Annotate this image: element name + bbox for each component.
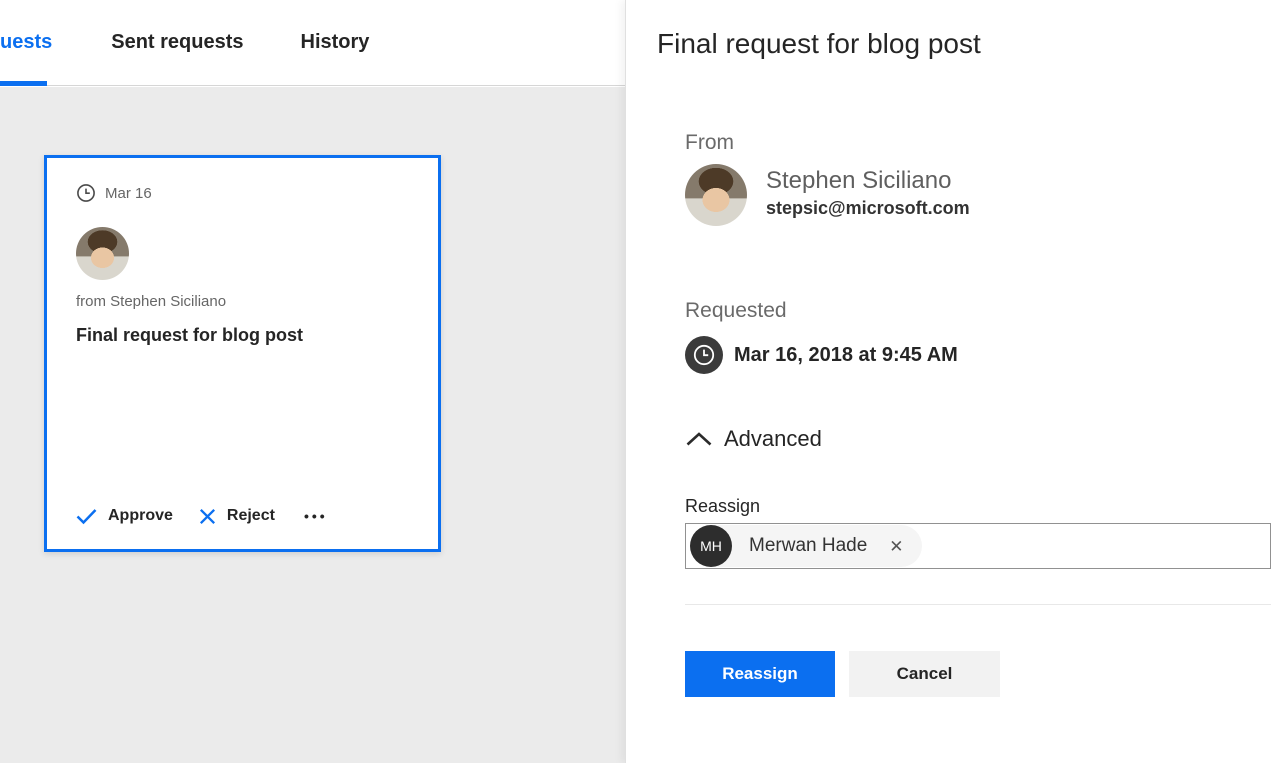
advanced-label: Advanced	[724, 426, 822, 452]
from-label: From	[685, 131, 970, 155]
tab-bar: uests Sent requests History	[0, 0, 625, 86]
reassign-field-label: Reassign	[685, 496, 1271, 517]
request-detail-panel: Final request for blog post From Stephen…	[625, 0, 1271, 763]
card-date-row: Mar 16	[76, 183, 409, 203]
more-options-button[interactable]: •••	[304, 508, 328, 524]
active-tab-indicator	[0, 81, 47, 86]
footer-divider	[685, 604, 1271, 605]
reassign-people-picker[interactable]: MH Merwan Hade ✕	[685, 523, 1271, 569]
assignee-name: Merwan Hade	[749, 535, 867, 557]
assignee-chip[interactable]: MH Merwan Hade ✕	[690, 525, 922, 567]
approval-request-card[interactable]: Mar 16 from Stephen Siciliano Final requ…	[44, 155, 441, 552]
reassign-submit-button[interactable]: Reassign	[685, 651, 835, 697]
cancel-button[interactable]: Cancel	[849, 651, 1000, 697]
chevron-up-icon	[685, 431, 713, 447]
approve-button[interactable]: Approve	[76, 507, 173, 525]
card-date: Mar 16	[105, 185, 152, 202]
requested-label: Requested	[685, 299, 958, 323]
tab-received-requests[interactable]: uests	[0, 31, 52, 54]
requester-avatar-large	[685, 164, 747, 226]
requester-avatar	[76, 227, 129, 280]
card-actions: Approve Reject •••	[76, 507, 409, 525]
card-title: Final request for blog post	[76, 325, 409, 346]
advanced-toggle[interactable]: Advanced	[685, 426, 822, 452]
check-icon	[76, 508, 97, 525]
requester-email: stepsic@microsoft.com	[766, 198, 970, 219]
requests-list-area: Mar 16 from Stephen Siciliano Final requ…	[0, 87, 625, 763]
clock-badge-icon	[685, 336, 723, 374]
clock-icon	[76, 183, 96, 203]
reject-label: Reject	[227, 507, 275, 525]
tab-sent-requests[interactable]: Sent requests	[111, 31, 243, 54]
panel-title: Final request for blog post	[657, 28, 981, 60]
requested-section: Requested Mar 16, 2018 at 9:45 AM	[685, 299, 958, 374]
requested-datetime: Mar 16, 2018 at 9:45 AM	[734, 344, 958, 367]
reject-button[interactable]: Reject	[199, 507, 275, 525]
panel-footer: Reassign Cancel	[685, 651, 1000, 697]
card-from-line: from Stephen Siciliano	[76, 293, 409, 310]
x-icon	[199, 508, 216, 525]
reassign-section: Reassign MH Merwan Hade ✕	[685, 496, 1271, 569]
tab-history[interactable]: History	[301, 31, 370, 54]
requester-name: Stephen Siciliano	[766, 167, 970, 195]
from-section: From Stephen Siciliano stepsic@microsoft…	[685, 131, 970, 226]
approve-label: Approve	[108, 507, 173, 525]
remove-assignee-icon[interactable]: ✕	[889, 538, 903, 555]
received-requests-view: uests Sent requests History Mar 16 from …	[0, 0, 625, 763]
assignee-initials-avatar: MH	[690, 525, 732, 567]
